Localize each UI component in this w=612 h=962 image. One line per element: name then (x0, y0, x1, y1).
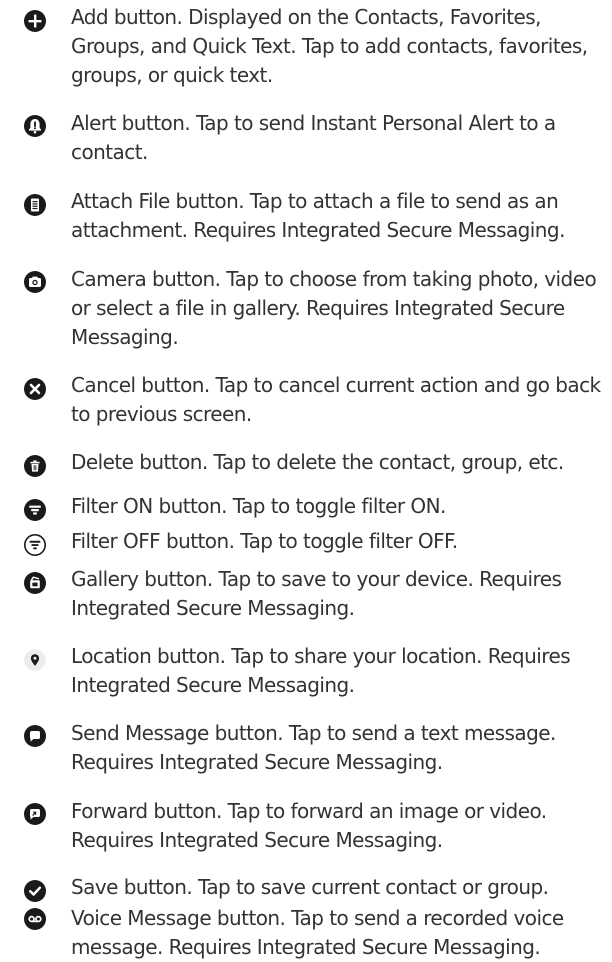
legend-item-description: Gallery button. Tap to save to your devi… (71, 565, 607, 623)
legend-item-description: Save button. Tap to save current contact… (71, 873, 607, 902)
description-line: Delete button. Tap to delete the contact… (71, 450, 564, 474)
delete-icon (23, 454, 47, 478)
description-line: Integrated Secure Messaging. (71, 596, 355, 620)
description-line: Add button. Displayed on the Contacts, F… (71, 5, 542, 29)
description-line: Location button. Tap to share your locat… (71, 644, 571, 668)
legend-item-description: Attach File button. Tap to attach a file… (71, 187, 607, 245)
camera-icon (23, 270, 47, 294)
forward-icon (23, 802, 47, 826)
description-line: Filter OFF button. Tap to toggle filter … (71, 529, 458, 553)
send-message-icon (23, 724, 47, 748)
description-line: Messaging. (71, 325, 179, 349)
description-line: Requires Integrated Secure Messaging. (71, 750, 443, 774)
description-line: Integrated Secure Messaging. (71, 673, 355, 697)
legend-item-description: Add button. Displayed on the Contacts, F… (71, 3, 607, 90)
description-line: contact. (71, 140, 148, 164)
legend-item-description: Send Message button. Tap to send a text … (71, 719, 607, 777)
description-line: message. Requires Integrated Secure Mess… (71, 935, 541, 959)
legend-item-description: Filter ON button. Tap to toggle filter O… (71, 492, 607, 521)
description-line: Groups, and Quick Text. Tap to add conta… (71, 34, 588, 58)
save-icon (23, 879, 47, 903)
description-line: Save button. Tap to save current contact… (71, 875, 549, 899)
legend-item-description: Filter OFF button. Tap to toggle filter … (71, 527, 607, 556)
description-line: to previous screen. (71, 402, 252, 426)
legend-item-description: Alert button. Tap to send Instant Person… (71, 109, 607, 167)
description-line: Send Message button. Tap to send a text … (71, 721, 556, 745)
description-line: attachment. Requires Integrated Secure M… (71, 218, 565, 242)
description-line: or select a file in gallery. Requires In… (71, 296, 565, 320)
add-icon (23, 9, 47, 33)
description-line: Camera button. Tap to choose from taking… (71, 267, 597, 291)
attach-file-icon (23, 193, 47, 217)
legend-item-description: Delete button. Tap to delete the contact… (71, 448, 607, 477)
legend-item-description: Location button. Tap to share your locat… (71, 642, 607, 700)
description-line: Voice Message button. Tap to send a reco… (71, 906, 564, 930)
alert-icon (23, 114, 47, 138)
legend-item-description: Voice Message button. Tap to send a reco… (71, 904, 607, 962)
cancel-icon (23, 377, 47, 401)
description-line: Forward button. Tap to forward an image … (71, 799, 547, 823)
location-icon (23, 648, 47, 672)
filter-on-icon (23, 498, 47, 522)
description-line: Attach File button. Tap to attach a file… (71, 189, 559, 213)
legend-item-description: Cancel button. Tap to cancel current act… (71, 371, 607, 429)
description-line: Alert button. Tap to send Instant Person… (71, 111, 556, 135)
legend-item-description: Camera button. Tap to choose from taking… (71, 265, 607, 352)
filter-off-icon (23, 533, 47, 557)
gallery-icon (23, 571, 47, 595)
description-line: Cancel button. Tap to cancel current act… (71, 373, 601, 397)
legend-item-description: Forward button. Tap to forward an image … (71, 797, 607, 855)
description-line: Filter ON button. Tap to toggle filter O… (71, 494, 446, 518)
description-line: groups, or quick text. (71, 63, 273, 87)
voice-message-icon (23, 907, 47, 931)
description-line: Requires Integrated Secure Messaging. (71, 828, 443, 852)
description-line: Gallery button. Tap to save to your devi… (71, 567, 562, 591)
